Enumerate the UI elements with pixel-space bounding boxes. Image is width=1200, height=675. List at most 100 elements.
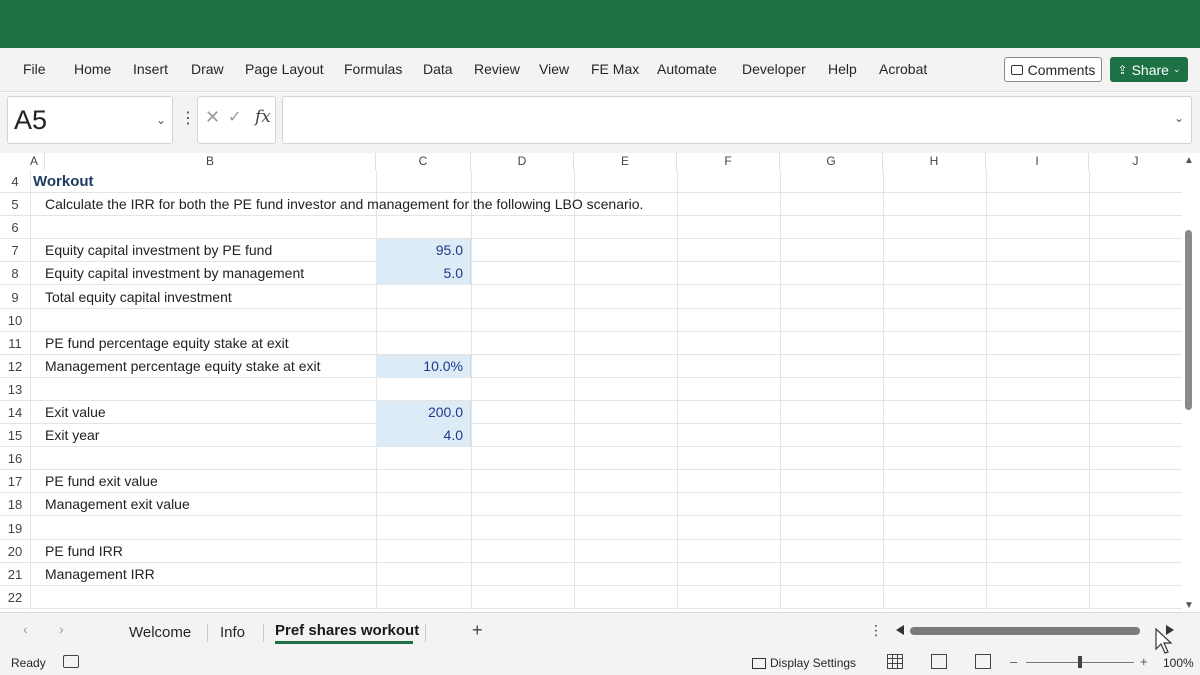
cell-label[interactable]: Exit year bbox=[45, 424, 99, 447]
accessibility-icon[interactable] bbox=[63, 655, 79, 668]
column-header-i[interactable]: I bbox=[986, 153, 1089, 170]
more-sheets-icon[interactable]: ⋮ bbox=[869, 622, 883, 639]
cell-label[interactable]: Management percentage equity stake at ex… bbox=[45, 355, 321, 378]
display-settings-button[interactable]: Display Settings bbox=[752, 656, 856, 670]
zoom-slider-handle[interactable] bbox=[1078, 656, 1082, 668]
enter-icon[interactable]: ✓ bbox=[228, 107, 241, 127]
column-header-h[interactable]: H bbox=[883, 153, 986, 170]
tab-review[interactable]: Review bbox=[474, 61, 520, 77]
input-cell[interactable]: 5.0 bbox=[376, 262, 471, 286]
input-cell[interactable]: 10.0% bbox=[376, 354, 471, 378]
column-header-g[interactable]: G bbox=[780, 153, 883, 170]
more-options-icon[interactable]: ⋮ bbox=[180, 108, 196, 128]
tab-data[interactable]: Data bbox=[423, 61, 453, 77]
column-header-f[interactable]: F bbox=[677, 153, 780, 170]
next-sheet-icon[interactable]: › bbox=[59, 621, 64, 637]
tab-fe-max[interactable]: FE Max bbox=[591, 61, 639, 77]
input-cell[interactable]: 95.0 bbox=[376, 239, 471, 263]
name-box-value: A5 bbox=[14, 105, 48, 135]
row-number[interactable]: 18 bbox=[0, 493, 30, 516]
cell-label[interactable]: PE fund percentage equity stake at exit bbox=[45, 332, 289, 355]
input-cell-value: 95.0 bbox=[435, 242, 463, 259]
table-row: 7 Equity capital investment by PE fund 95.… bbox=[0, 239, 1182, 263]
row-number[interactable]: 8 bbox=[0, 262, 30, 285]
row-number[interactable]: 19 bbox=[0, 517, 30, 540]
page-break-view-icon[interactable] bbox=[975, 654, 991, 669]
cell-label[interactable]: Exit value bbox=[45, 401, 106, 424]
sheet-tab-info[interactable]: Info bbox=[220, 624, 245, 641]
vertical-scroll-thumb[interactable] bbox=[1185, 230, 1192, 410]
tab-draw[interactable]: Draw bbox=[191, 61, 224, 77]
sheet-tab-welcome[interactable]: Welcome bbox=[129, 624, 191, 641]
table-row: 10 bbox=[0, 309, 1182, 332]
column-header-c[interactable]: C bbox=[376, 153, 471, 170]
share-button[interactable]: ⇪ Share ⌄ bbox=[1110, 57, 1188, 82]
horizontal-scroll-thumb[interactable] bbox=[910, 627, 1140, 635]
zoom-level[interactable]: 100% bbox=[1163, 656, 1194, 670]
column-header-b[interactable]: B bbox=[45, 153, 376, 170]
column-header-a[interactable]: A bbox=[30, 153, 45, 170]
tab-acrobat[interactable]: Acrobat bbox=[879, 61, 927, 77]
sheet-tab-pref-shares-workout[interactable]: Pref shares workout bbox=[275, 622, 419, 639]
expand-formula-icon[interactable]: ⌄ bbox=[1174, 111, 1184, 125]
row-number[interactable]: 14 bbox=[0, 401, 30, 424]
row-number[interactable]: 13 bbox=[0, 378, 30, 401]
tab-formulas[interactable]: Formulas bbox=[344, 61, 402, 77]
formula-input[interactable] bbox=[282, 96, 1192, 144]
input-cell[interactable]: 200.0 bbox=[376, 401, 471, 424]
cell-label[interactable]: Total equity capital investment bbox=[45, 286, 232, 309]
page-layout-view-icon[interactable] bbox=[931, 654, 947, 669]
row-number[interactable]: 11 bbox=[0, 332, 30, 355]
add-sheet-button[interactable]: + bbox=[472, 620, 483, 641]
cell-label[interactable]: Equity capital investment by PE fund bbox=[45, 239, 272, 262]
name-box[interactable]: A5 ⌄ bbox=[7, 96, 173, 144]
prev-sheet-icon[interactable]: ‹ bbox=[23, 621, 28, 637]
cell-label[interactable]: PE fund exit value bbox=[45, 470, 158, 493]
tab-insert[interactable]: Insert bbox=[133, 61, 168, 77]
input-cell[interactable]: 4.0 bbox=[376, 424, 471, 448]
column-header-e[interactable]: E bbox=[574, 153, 677, 170]
cell-label[interactable]: Calculate the IRR for both the PE fund i… bbox=[45, 193, 643, 216]
cell-label[interactable]: Equity capital investment by management bbox=[45, 262, 304, 285]
row-number[interactable]: 16 bbox=[0, 447, 30, 470]
row-number[interactable]: 7 bbox=[0, 239, 30, 262]
chevron-down-icon[interactable]: ⌄ bbox=[156, 113, 166, 127]
cell-label[interactable]: PE fund IRR bbox=[45, 540, 123, 563]
scroll-down-icon[interactable]: ▼ bbox=[1184, 600, 1194, 611]
worksheet-grid[interactable]: 4 Workout 5 Calculate the IRR for both the … bbox=[0, 170, 1182, 610]
table-row: 20 PE fund IRR bbox=[0, 540, 1182, 563]
tab-developer[interactable]: Developer bbox=[742, 61, 806, 77]
tab-home[interactable]: Home bbox=[74, 61, 111, 77]
row-number[interactable]: 17 bbox=[0, 470, 30, 493]
tab-file[interactable]: File bbox=[23, 61, 46, 77]
row-number[interactable]: 15 bbox=[0, 424, 30, 447]
row-number[interactable]: 20 bbox=[0, 540, 30, 563]
row-number[interactable]: 5 bbox=[0, 193, 30, 216]
scroll-left-icon[interactable] bbox=[896, 625, 904, 635]
column-header-d[interactable]: D bbox=[471, 153, 574, 170]
row-number[interactable]: 10 bbox=[0, 309, 30, 332]
row-number[interactable]: 4 bbox=[0, 170, 30, 193]
tab-page-layout[interactable]: Page Layout bbox=[245, 61, 324, 77]
column-header-j[interactable]: J bbox=[1089, 153, 1182, 170]
comments-button[interactable]: Comments bbox=[1004, 57, 1102, 82]
scroll-up-icon[interactable]: ▲ bbox=[1184, 155, 1194, 166]
tab-help[interactable]: Help bbox=[828, 61, 857, 77]
row-number[interactable]: 22 bbox=[0, 586, 30, 609]
cell-a[interactable]: Workout bbox=[33, 170, 94, 193]
normal-view-icon[interactable] bbox=[887, 654, 903, 669]
row-number[interactable]: 21 bbox=[0, 563, 30, 586]
cell-label[interactable]: Management IRR bbox=[45, 563, 155, 586]
tab-view[interactable]: View bbox=[539, 61, 569, 77]
cancel-icon[interactable]: ✕ bbox=[205, 107, 220, 128]
cell-label[interactable]: Management exit value bbox=[45, 493, 190, 516]
zoom-out-icon[interactable]: – bbox=[1010, 654, 1017, 669]
chevron-down-icon: ⌄ bbox=[1172, 64, 1181, 74]
row-number[interactable]: 12 bbox=[0, 355, 30, 378]
table-row: 17 PE fund exit value bbox=[0, 470, 1182, 494]
insert-function-icon[interactable]: fx bbox=[255, 107, 271, 127]
tab-automate[interactable]: Automate bbox=[657, 61, 717, 77]
row-number[interactable]: 9 bbox=[0, 286, 30, 309]
zoom-in-icon[interactable]: + bbox=[1140, 654, 1148, 669]
row-number[interactable]: 6 bbox=[0, 216, 30, 239]
